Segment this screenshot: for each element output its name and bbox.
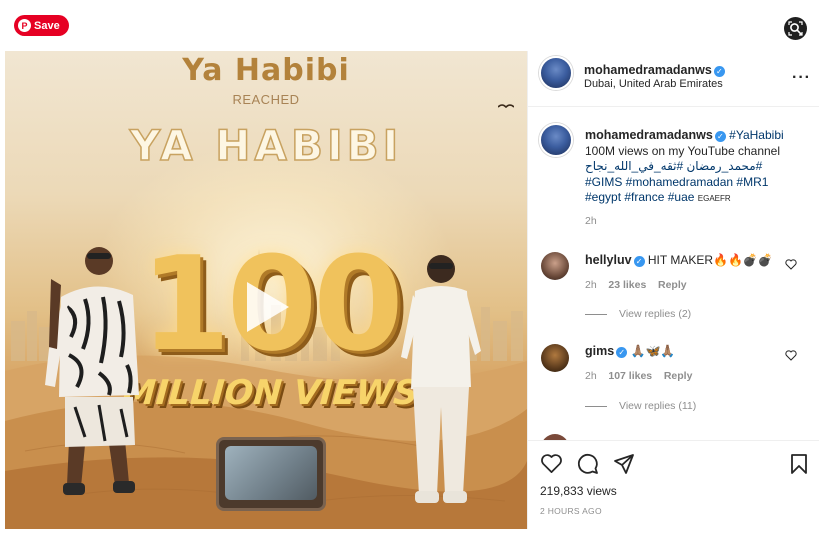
verified-badge-icon: ✓ <box>633 256 645 267</box>
flag-emojis: EGAEFR <box>697 194 731 204</box>
action-icons <box>540 453 635 475</box>
arabic-hashtags[interactable]: #محمد_رمضان #ثقه_في_الله_نجاح <box>585 159 805 175</box>
pinterest-logo-icon: P <box>18 19 31 32</box>
view-replies-hellyluv[interactable]: View replies (2) <box>585 308 691 320</box>
comment-username[interactable]: hellyluv <box>585 253 632 267</box>
view-replies-label[interactable]: View replies (2) <box>619 308 691 320</box>
replies-divider-line <box>585 313 607 315</box>
view-replies-label[interactable]: View replies (11) <box>619 400 696 412</box>
caption-line: 100M views on my YouTube channel <box>585 143 781 158</box>
post-header: mohamedramadanws ✓ Dubai, United Arab Emi… <box>528 51 819 107</box>
comment-username[interactable]: gims <box>585 344 614 358</box>
comment-avatar-gims[interactable] <box>541 344 569 372</box>
verified-badge-icon: ✓ <box>714 131 726 143</box>
comment-body: HIT MAKER🔥🔥💣💣 <box>647 253 773 267</box>
comment-body: 🙏🏽🦋🙏🏽 <box>630 344 676 358</box>
comment-likes[interactable]: 23 likes <box>608 279 646 291</box>
comments-section: mohamedramadanws ✓ #YaHabibi 100M views o… <box>528 108 819 440</box>
comment-reply-button[interactable]: Reply <box>658 279 687 291</box>
comment-avatar-hellyluv[interactable] <box>541 252 569 280</box>
comment-likes[interactable]: 107 likes <box>608 370 652 382</box>
headline-big-title: YA HABIBI <box>129 120 403 171</box>
comment-like-heart-icon[interactable] <box>785 259 797 270</box>
retro-tv-graphic <box>216 437 326 511</box>
tv-screen <box>225 446 317 500</box>
comment-hellyluv: hellyluv ✓ HIT MAKER🔥🔥💣💣 <box>585 253 773 267</box>
caption-time: 2h <box>585 214 597 227</box>
bird-graphic <box>498 104 514 109</box>
view-replies-gims[interactable]: View replies (11) <box>585 400 696 412</box>
comment-time: 2h <box>585 370 597 382</box>
caption-username[interactable]: mohamedramadanws <box>585 128 713 142</box>
comment-time: 2h <box>585 279 597 291</box>
views-count[interactable]: 219,833 views <box>540 484 617 498</box>
more-options-icon[interactable]: ··· <box>792 69 811 87</box>
play-icon[interactable] <box>233 276 295 338</box>
visual-search-icon <box>788 21 803 36</box>
comment-meta-hellyluv: 2h 23 likes Reply <box>585 279 687 291</box>
verified-badge-icon: ✓ <box>713 66 725 77</box>
comment-like-heart-icon[interactable] <box>785 350 797 361</box>
hashtag-yahabibi[interactable]: #YaHabibi <box>729 128 783 142</box>
bookmark-icon[interactable] <box>790 453 808 475</box>
headline-ya-habibi: Ya Habibi <box>182 53 350 88</box>
share-icon[interactable] <box>613 453 635 475</box>
comment-reply-button[interactable]: Reply <box>664 370 693 382</box>
author-avatar[interactable] <box>539 56 573 90</box>
post-caption: mohamedramadanws ✓ #YaHabibi 100M views o… <box>585 128 805 230</box>
replies-divider-line <box>585 405 607 407</box>
right-person-figure <box>401 255 481 503</box>
comment-meta-gims: 2h 107 likes Reply <box>585 370 692 382</box>
hashtags-line-3[interactable]: #egypt #france #uae <box>585 190 694 204</box>
verified-badge-icon: ✓ <box>616 347 628 358</box>
hashtags-line-2[interactable]: #GIMS #mohamedramadan #MR1 <box>585 175 768 189</box>
left-person-figure <box>45 247 139 495</box>
save-label: Save <box>34 19 60 32</box>
heart-icon[interactable] <box>540 453 563 474</box>
pinterest-save-button[interactable]: P Save <box>14 15 69 36</box>
visual-search-button[interactable] <box>784 17 807 40</box>
post-actions: 219,833 views 2 HOURS AGO <box>528 440 819 529</box>
post-timestamp: 2 HOURS AGO <box>540 506 602 516</box>
headline-reached: REACHED <box>232 92 300 107</box>
caption-author-avatar[interactable] <box>539 123 573 157</box>
author-username[interactable]: mohamedramadanws <box>584 63 712 77</box>
comment-gims: gims ✓ 🙏🏽🦋🙏🏽 <box>585 344 675 358</box>
comment-icon[interactable] <box>577 453 599 475</box>
post-media[interactable]: Ya Habibi REACHED YA HABIBI 100 MILLION … <box>5 51 527 529</box>
post-location[interactable]: Dubai, United Arab Emirates <box>584 78 723 90</box>
